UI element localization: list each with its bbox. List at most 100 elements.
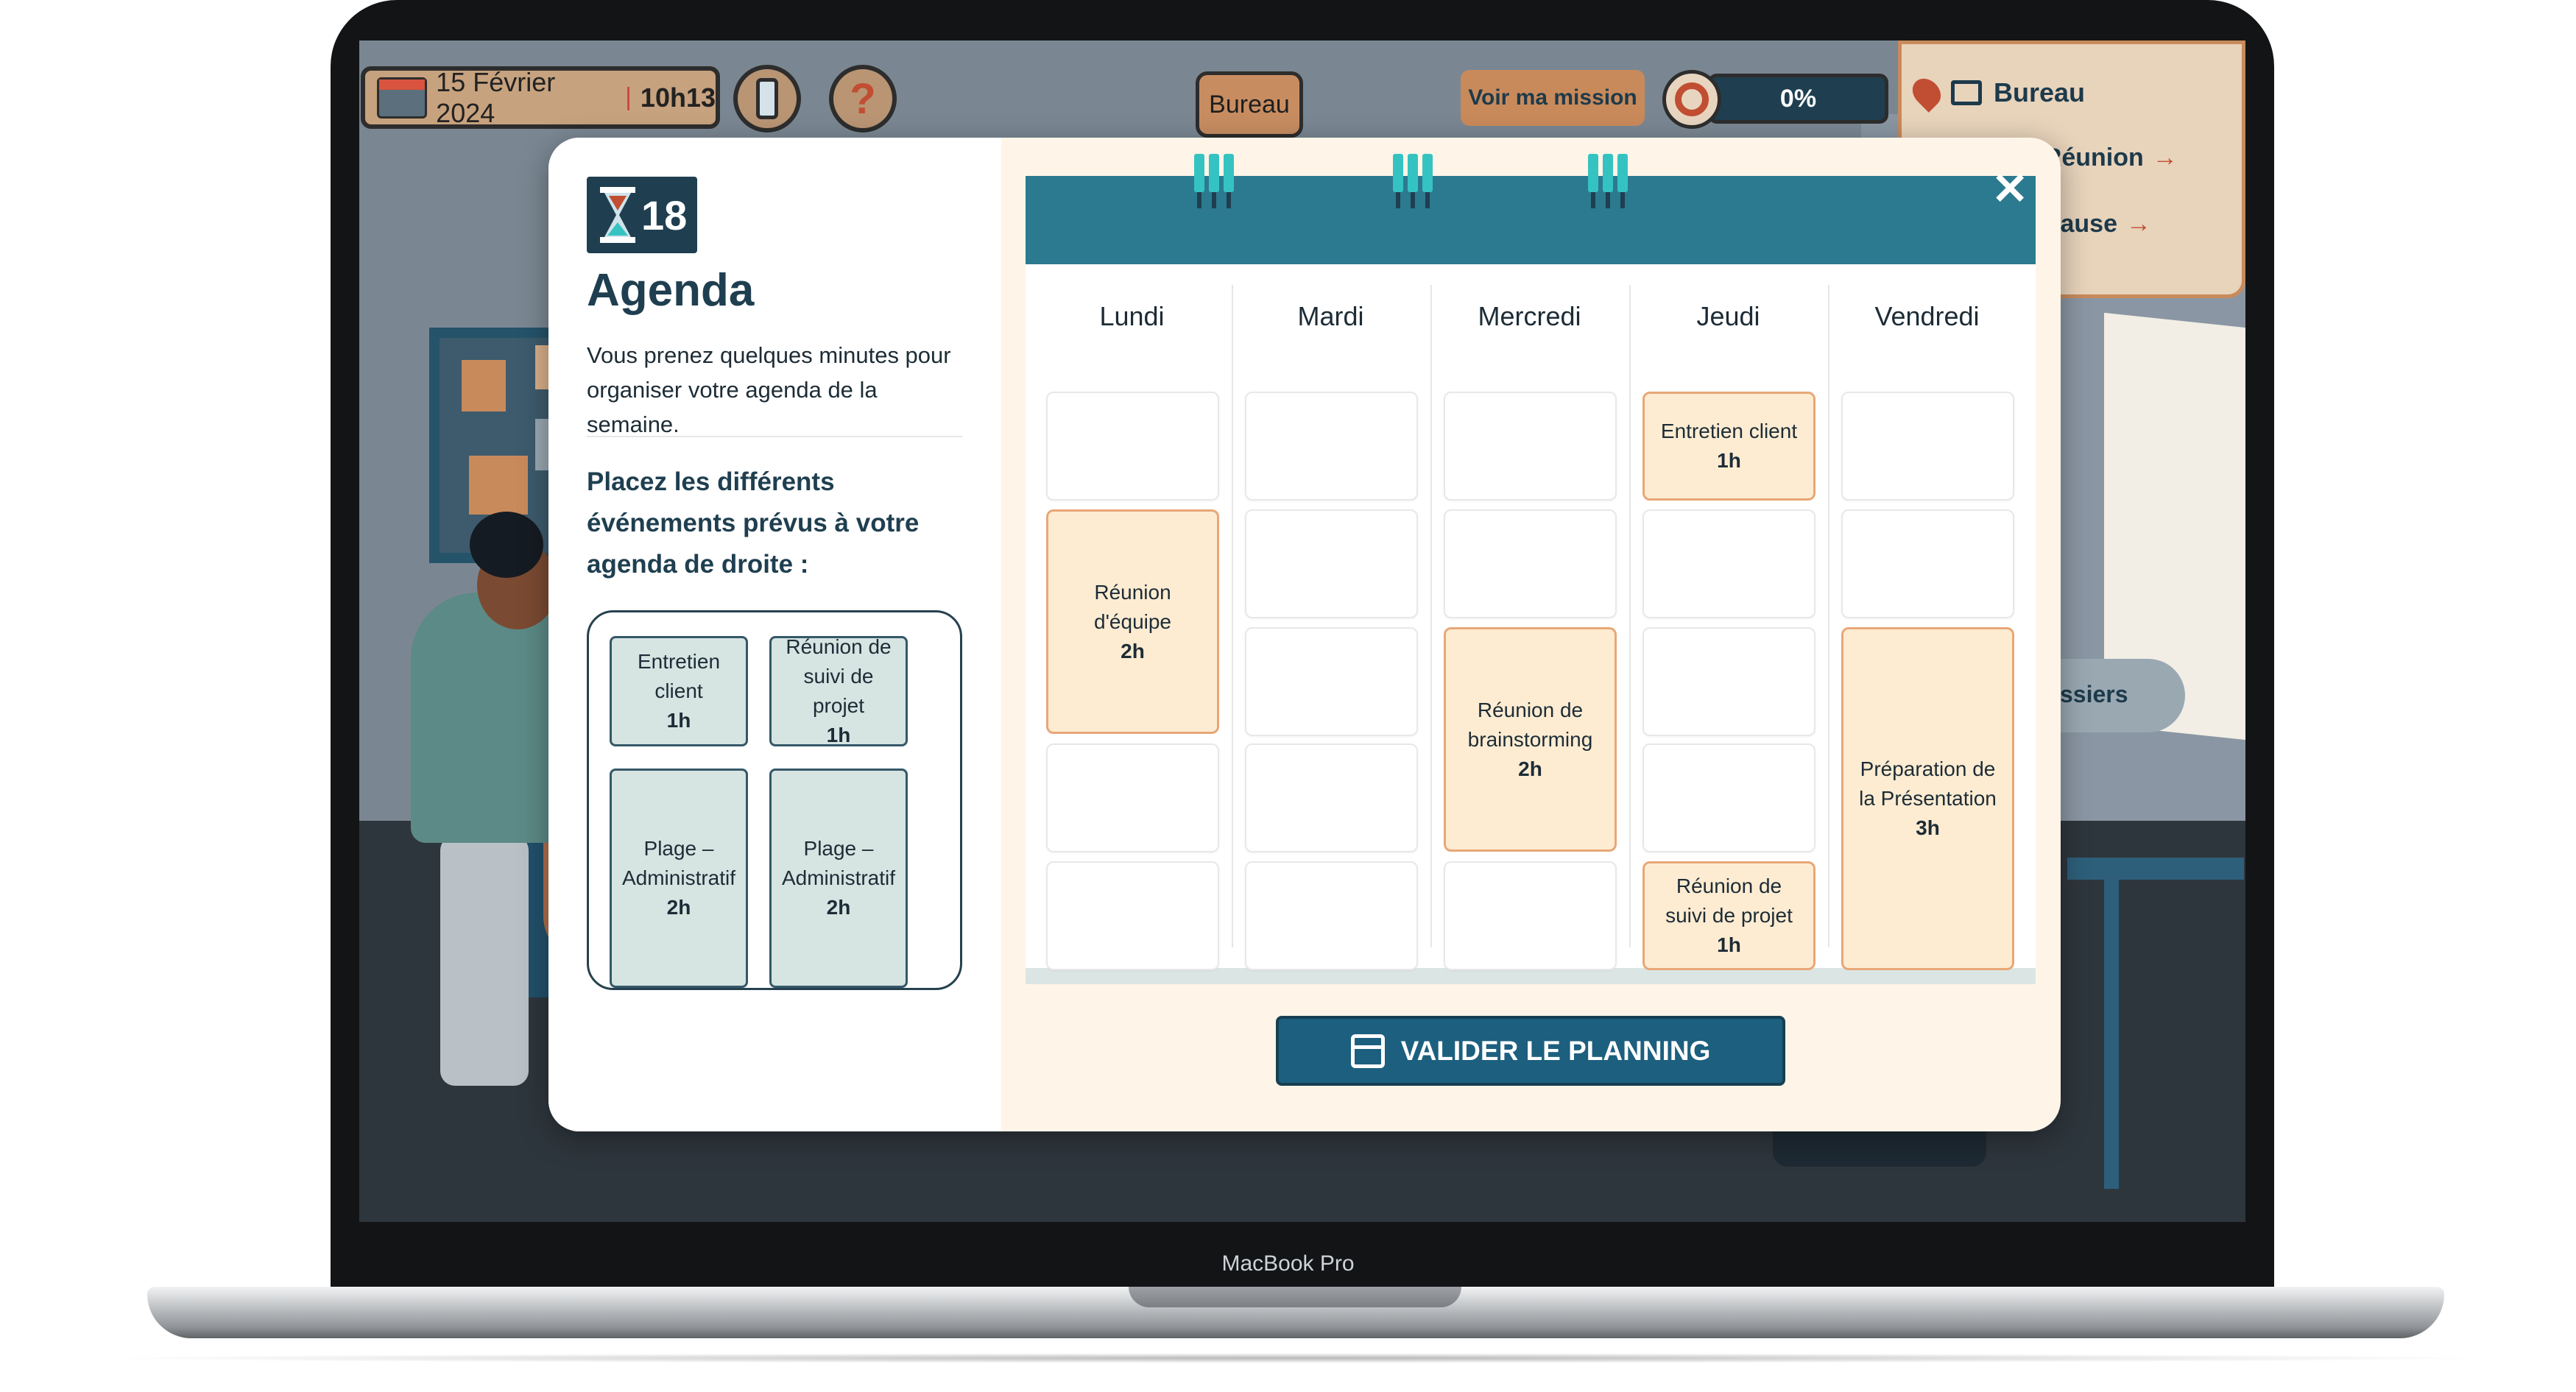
calendar-icon [377, 77, 428, 119]
calendar-icon [1350, 1034, 1385, 1068]
monitor-icon [1951, 80, 1982, 105]
hourglass-icon [600, 187, 635, 243]
day-lundi: Lundi [1099, 301, 1165, 331]
scheduled-event[interactable]: Réunion d'équipe 2h [1046, 509, 1219, 734]
pool-event-card[interactable]: Plage – Administratif 2h [769, 769, 908, 988]
calendar-slot[interactable] [1444, 392, 1617, 501]
person-hair-illustration [470, 512, 543, 578]
day-mercredi: Mercredi [1478, 301, 1581, 331]
calendar-slot[interactable] [1444, 509, 1617, 618]
agenda-instruction: Placez les différents événements prévus … [587, 467, 920, 579]
dossiers-label: ssiers [2060, 681, 2128, 707]
desk-illustration [2067, 858, 2244, 880]
event-duration: 1h [826, 724, 851, 746]
event-title: Entretien client [1660, 420, 1798, 442]
current-location: Bureau [1907, 73, 2086, 113]
game-screen: ssiers 15 Février 2024 | 10h13 ? Bureau … [359, 40, 2245, 1222]
event-title: Réunion de brainstorming [1467, 698, 1593, 751]
calendar-slot[interactable] [1841, 509, 2014, 618]
calendar-slot[interactable] [1245, 861, 1418, 970]
event-title: Plage – Administratif [781, 837, 896, 889]
calendar-slot[interactable] [1245, 627, 1418, 736]
event-duration: 1h [666, 709, 691, 732]
event-duration: 2h [1121, 639, 1145, 663]
laptop-notch [1129, 1287, 1461, 1307]
binder-rings-icon [1194, 154, 1238, 211]
close-modal-button[interactable]: ✕ [1991, 167, 2028, 211]
event-title: Réunion de suivi de projet [786, 635, 892, 717]
binder-rings-icon [1393, 154, 1437, 211]
calendar-slot[interactable] [1046, 861, 1219, 970]
device-label: MacBook Pro [1221, 1251, 1355, 1276]
validate-planning-label: VALIDER LE PLANNING [1400, 1035, 1711, 1066]
event-title: Entretien client [637, 650, 721, 702]
calendar-slot[interactable] [1841, 392, 2014, 501]
event-duration: 3h [1916, 816, 1940, 839]
column-separator [1629, 285, 1631, 947]
current-time: 10h13 [640, 82, 716, 113]
agenda-description: Vous prenez quelques minutes pour organi… [587, 342, 951, 437]
phone-button[interactable] [733, 65, 801, 133]
calendar-slot[interactable] [1245, 743, 1418, 852]
binder-rings-icon [1588, 154, 1632, 211]
stage: MacBook Pro ssiers 15 Février 2024 | 10h… [0, 0, 2576, 1392]
pool-event-card[interactable]: Entretien client 1h [610, 636, 748, 746]
column-separator [1232, 285, 1233, 947]
current-location-label: Bureau [1994, 77, 2086, 107]
calendar-slot[interactable] [1642, 627, 1815, 736]
calendar-slot[interactable] [1046, 743, 1219, 852]
calendar-slot[interactable] [1444, 861, 1617, 970]
arrow-right-icon: → [2125, 210, 2151, 238]
person-legs-illustration [440, 835, 529, 1086]
event-pool: Entretien client 1h Réunion de suivi de … [587, 610, 962, 990]
view-mission-button[interactable]: Voir ma mission [1461, 70, 1645, 126]
arrow-right-icon: → [2152, 144, 2178, 172]
scheduled-event[interactable]: Réunion de brainstorming 2h [1444, 627, 1617, 852]
desk-leg-illustration [2104, 880, 2119, 1189]
laptop-shadow [88, 1353, 2503, 1363]
day-vendredi: Vendredi [1874, 301, 1980, 331]
pool-event-card[interactable]: Réunion de suivi de projet 1h [769, 635, 908, 746]
scheduled-event[interactable]: Préparation de la Présentation 3h [1841, 627, 2014, 970]
calendar-slot[interactable] [1245, 392, 1418, 501]
current-date: 15 Février 2024 [436, 66, 556, 128]
day-mardi: Mardi [1297, 301, 1364, 331]
column-separator [1430, 285, 1432, 947]
timer-value: 18 [641, 191, 688, 239]
calendar-footer [1026, 968, 2036, 984]
mission-progress-bar: 0% [1708, 74, 1888, 124]
scheduled-event[interactable]: Réunion de suivi de projet 1h [1642, 861, 1815, 970]
calendar-slot[interactable] [1642, 509, 1815, 618]
location-bureau-button[interactable]: Bureau [1196, 71, 1303, 138]
validate-planning-button[interactable]: VALIDER LE PLANNING [1276, 1016, 1785, 1086]
calendar-slot[interactable] [1245, 509, 1418, 618]
pool-event-card[interactable]: Plage – Administratif 2h [610, 769, 748, 988]
agenda-left-panel: 18 Agenda Vous prenez quelques minutes p… [548, 138, 1001, 1131]
target-icon [1662, 70, 1721, 129]
date-separator: | [625, 83, 632, 111]
agenda-modal: 18 Agenda Vous prenez quelques minutes p… [548, 138, 2061, 1131]
sticky-note [462, 360, 506, 411]
event-duration: 1h [1717, 449, 1741, 472]
event-duration: 2h [826, 896, 851, 919]
help-icon: ? [850, 74, 876, 123]
calendar-header [1026, 176, 2036, 264]
day-jeudi: Jeudi [1696, 301, 1760, 331]
event-duration: 2h [666, 896, 691, 919]
calendar-slot[interactable] [1642, 743, 1815, 852]
phone-icon [756, 78, 778, 119]
event-title: Préparation de la Présentation [1859, 757, 1997, 810]
agenda-title: Agenda [587, 265, 755, 316]
event-title: Réunion d'équipe [1094, 580, 1171, 633]
sticky-note [469, 456, 528, 515]
help-button[interactable]: ? [829, 65, 897, 133]
event-duration: 2h [1518, 757, 1542, 780]
calendar-slot[interactable] [1046, 392, 1219, 501]
scheduled-event[interactable]: Entretien client 1h [1642, 392, 1815, 501]
date-time-display: 15 Février 2024 | 10h13 [361, 66, 720, 129]
divider [587, 436, 962, 437]
column-separator [1828, 285, 1829, 947]
event-title: Plage – Administratif [621, 837, 736, 889]
countdown-timer: 18 [587, 177, 697, 253]
progress-value: 0% [1779, 84, 1817, 113]
